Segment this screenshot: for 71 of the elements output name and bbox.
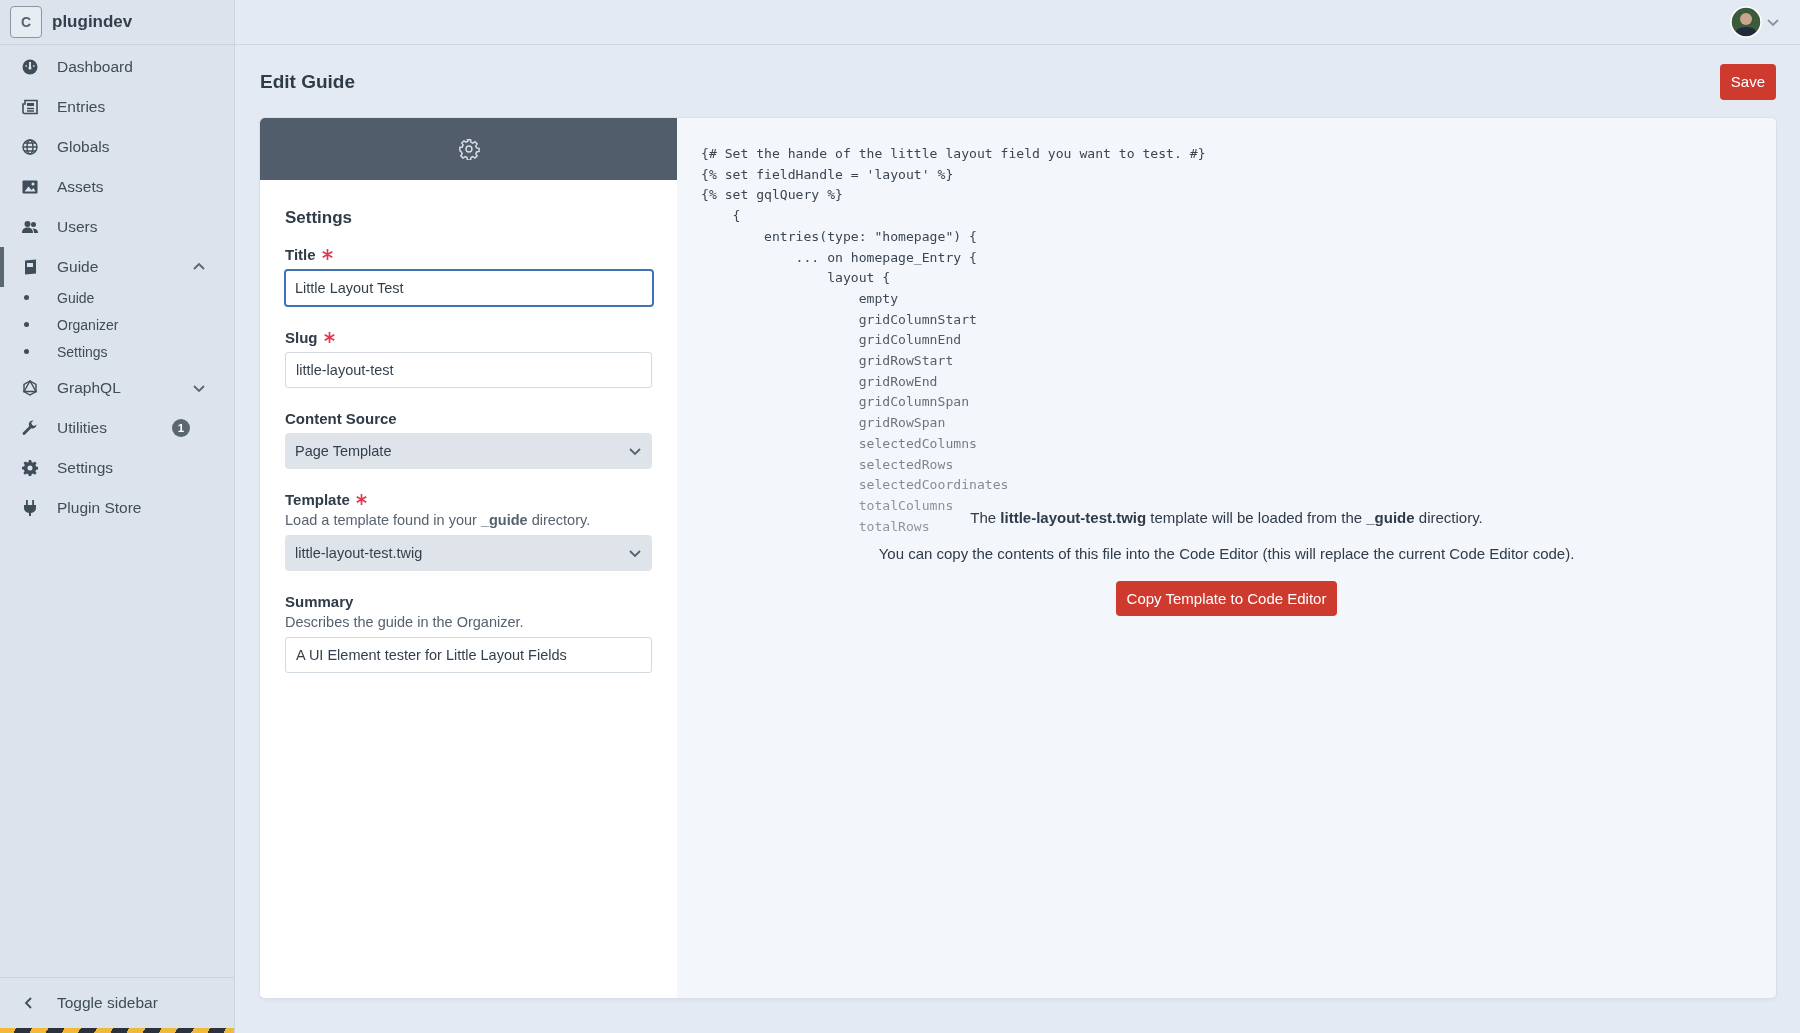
required-icon <box>355 494 367 505</box>
text-field[interactable]: Little Layout Test <box>284 269 654 307</box>
site-logo[interactable]: C <box>10 6 42 38</box>
notification-badge: 1 <box>172 419 190 437</box>
text-field[interactable]: little-layout-test <box>285 352 652 388</box>
code-line: totalColumns <box>857 496 954 515</box>
code-line: selectedColumns <box>857 434 977 453</box>
bullet-icon <box>24 295 29 300</box>
nav-subitem[interactable]: Guide <box>0 284 234 311</box>
field-label: Slug <box>285 329 335 346</box>
nav-item[interactable]: Assets <box>0 167 234 207</box>
wrench-icon <box>22 420 38 436</box>
code-line: totalRows <box>857 517 930 536</box>
nav-item[interactable]: Plugin Store <box>0 488 234 528</box>
code-line: selectedRows <box>857 455 954 474</box>
field-hint: Load a template found in your _guide directory. <box>285 512 591 528</box>
nav-item[interactable]: Guide <box>0 247 234 287</box>
select-field[interactable]: Page Template <box>285 433 652 469</box>
nav-subitem[interactable]: Organizer <box>0 311 234 338</box>
required-icon <box>323 332 335 343</box>
image-icon <box>22 179 38 195</box>
nav-item[interactable]: Utilities 1 <box>0 408 234 448</box>
code-line: gridColumnEnd <box>857 331 962 350</box>
code-line: entries(type: "homepage") { <box>763 227 977 246</box>
hexagon-icon <box>22 380 38 396</box>
toggle-sidebar-button[interactable]: Toggle sidebar <box>0 994 158 1012</box>
text-field[interactable]: A UI Element tester for Little Layout Fields <box>285 637 652 673</box>
user-menu-button[interactable] <box>1730 6 1780 38</box>
code-line: gridColumnStart <box>857 310 977 329</box>
gauge-icon <box>22 59 38 75</box>
code-line: gridColumnSpan <box>857 393 970 412</box>
save-button[interactable]: Save <box>1719 63 1776 100</box>
nav-item[interactable]: GraphQL <box>0 368 234 408</box>
nav-subitem[interactable]: Settings <box>0 338 234 365</box>
code-line: gridRowEnd <box>857 372 938 391</box>
field-label: Template <box>285 491 367 508</box>
required-icon <box>321 249 333 260</box>
code-line: {% set fieldHandle = 'layout' %} <box>701 165 954 184</box>
select-field[interactable]: little-layout-test.twig <box>285 535 652 571</box>
code-line: { <box>731 207 741 226</box>
section-heading: Settings <box>285 208 354 228</box>
field-label: Content Source <box>285 410 397 427</box>
nav-item[interactable]: Users <box>0 207 234 247</box>
nav-item[interactable]: Globals <box>0 127 234 167</box>
nav-item[interactable]: Dashboard <box>0 47 234 87</box>
page-title: Edit Guide <box>260 70 355 93</box>
code-line: selectedCoordinates <box>857 476 1009 495</box>
code-line: gridRowStart <box>857 352 954 371</box>
code-line: {% set gqlQuery %} <box>701 186 843 205</box>
site-name: plugindev <box>52 12 133 32</box>
code-line: {# Set the hande of the little layout field you want to test. #} <box>701 145 1206 163</box>
field-label: Title <box>285 246 333 263</box>
field-label: Summary <box>285 593 354 610</box>
code-line: layout { <box>826 269 891 288</box>
field-hint: Describes the guide in the Organizer. <box>285 614 524 630</box>
gear-icon <box>22 460 38 476</box>
globe-icon <box>22 139 38 155</box>
copy-template-button[interactable]: Copy Template to Code Editor <box>1115 581 1338 616</box>
avatar <box>1730 6 1762 38</box>
code-line: gridRowSpan <box>857 414 946 433</box>
book-icon <box>22 259 38 275</box>
nav-item[interactable]: Settings <box>0 448 234 488</box>
plug-icon <box>22 500 38 516</box>
nav-item[interactable]: Entries <box>0 87 234 127</box>
users-icon <box>22 219 38 235</box>
code-line: ... on homepage_Entry { <box>794 248 977 267</box>
bullet-icon <box>24 349 29 354</box>
code-line: empty <box>857 289 899 308</box>
bullet-icon <box>24 322 29 327</box>
settings-icon[interactable] <box>457 138 480 160</box>
newspaper-icon <box>22 99 38 115</box>
